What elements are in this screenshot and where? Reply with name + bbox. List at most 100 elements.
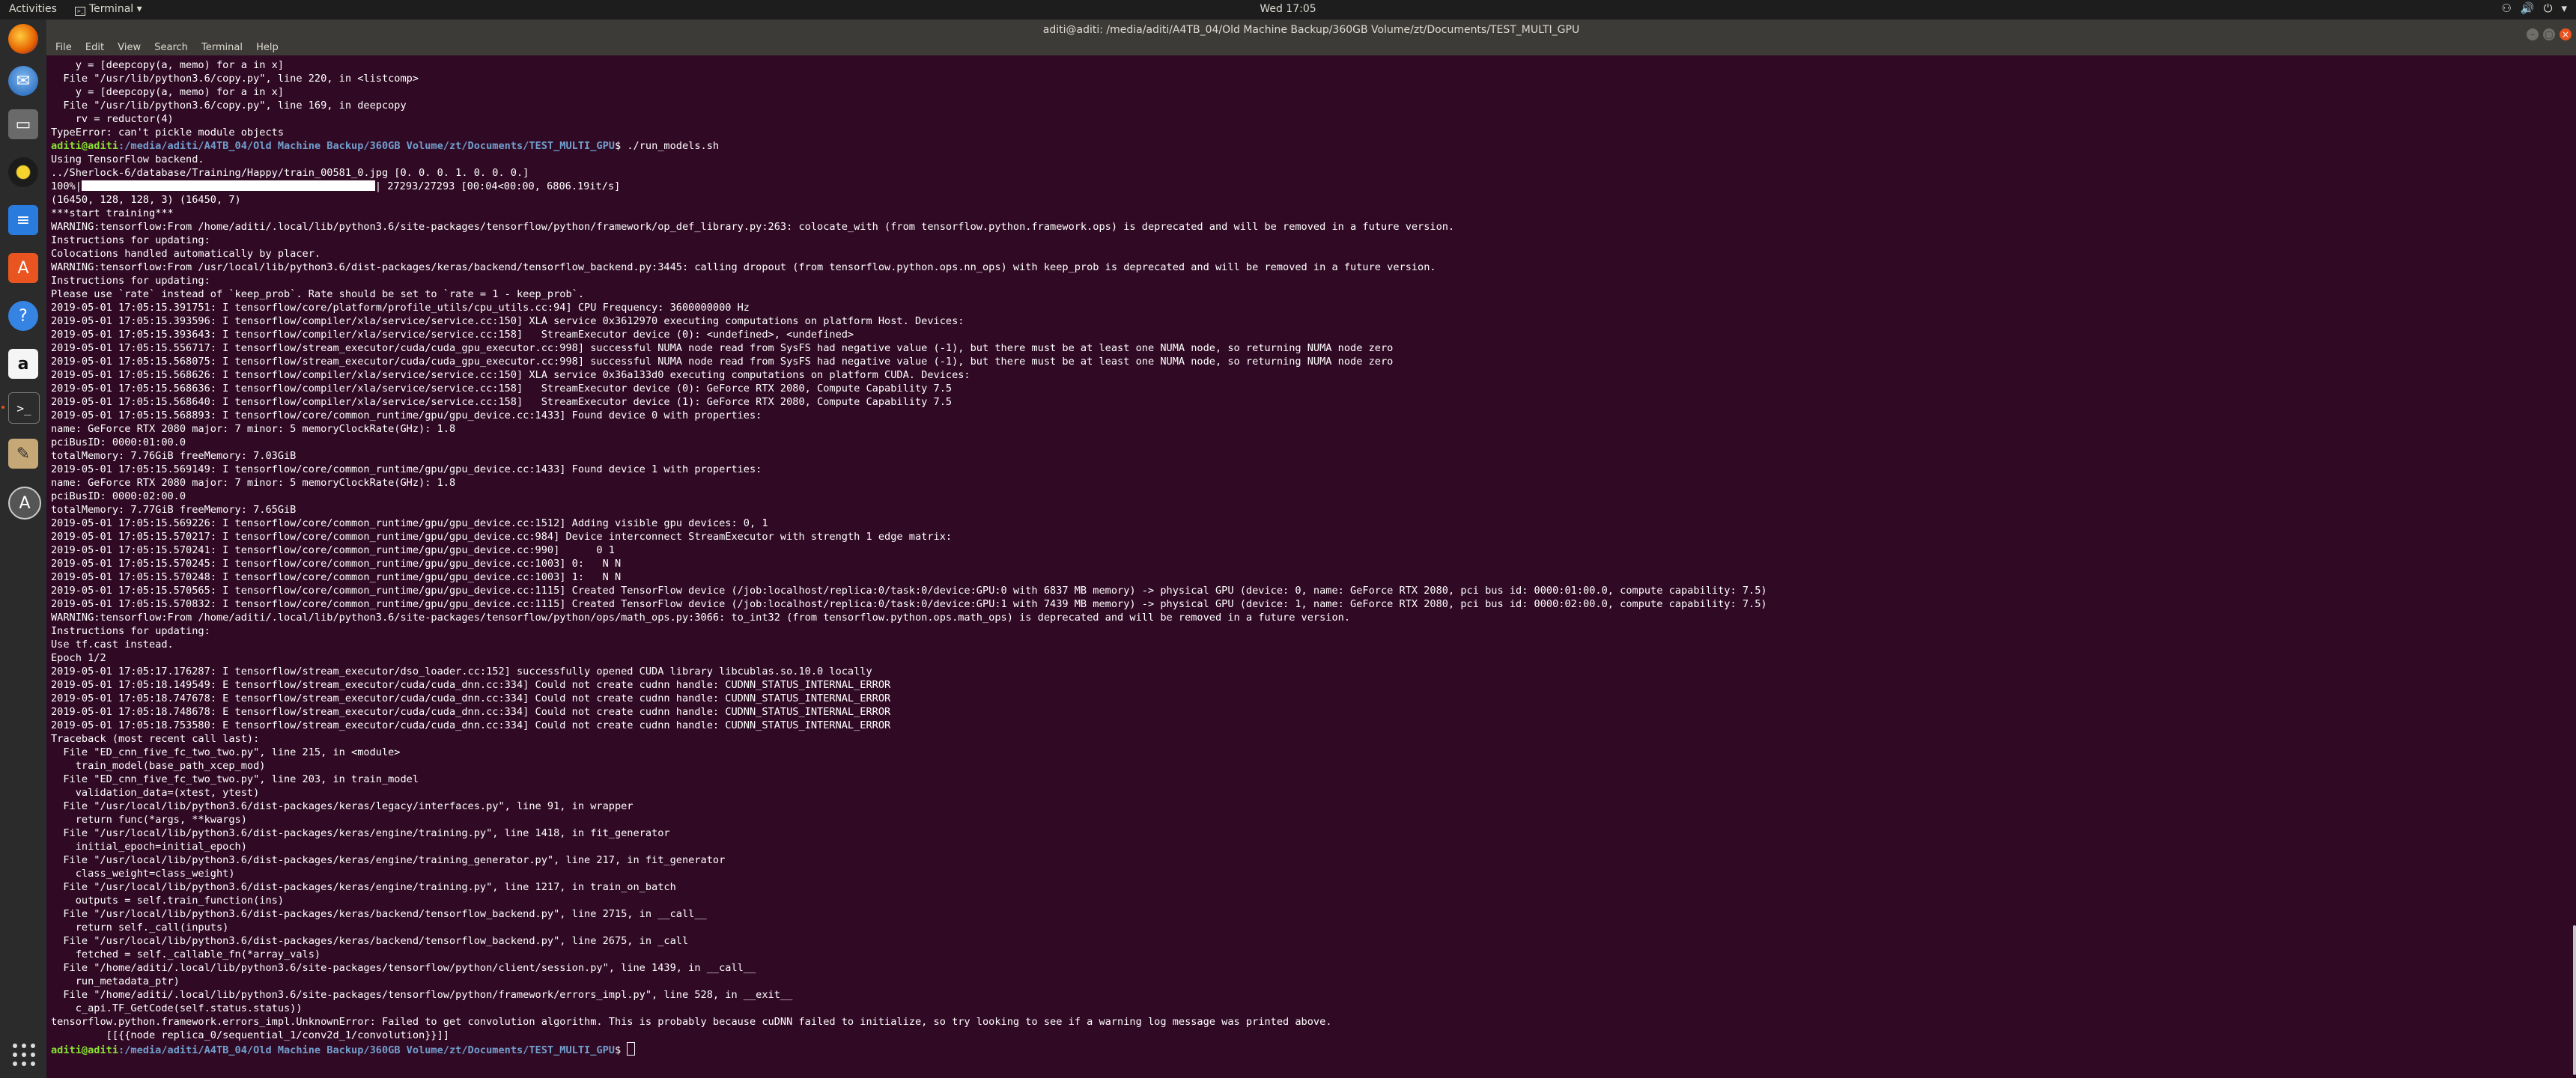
output-line: TypeError: can't pickle module objects bbox=[51, 127, 284, 138]
output-line: fetched = self._callable_fn(*array_vals) bbox=[51, 948, 321, 960]
output-line: totalMemory: 7.77GiB freeMemory: 7.65GiB bbox=[51, 504, 297, 516]
help-icon[interactable]: ? bbox=[8, 301, 38, 331]
output-line: Instructions for updating: bbox=[51, 275, 210, 287]
title-bar[interactable]: aditi@aditi: /media/aditi/A4TB_04/Old Ma… bbox=[46, 19, 2576, 40]
output-line: pciBusID: 0000:01:00.0 bbox=[51, 436, 186, 448]
text-edit-icon[interactable]: ✎ bbox=[8, 439, 38, 469]
scrollbar-thumb[interactable] bbox=[2573, 925, 2576, 1075]
power-icon: ⏻ bbox=[2543, 1, 2553, 15]
minimize-button[interactable]: – bbox=[2527, 28, 2539, 40]
prompt-user: aditi@aditi bbox=[51, 1044, 119, 1056]
volume-icon: 🔊 bbox=[2520, 1, 2535, 15]
output-line: File "/home/aditi/.local/lib/python3.6/s… bbox=[51, 989, 793, 1001]
output-line: 2019-05-01 17:05:15.568893: I tensorflow… bbox=[51, 409, 762, 421]
progress-line: 100%| | 27293/27293 [00:04<00:00, 6806.19… bbox=[51, 180, 2560, 193]
clock[interactable]: Wed 17:05 bbox=[1258, 3, 1318, 15]
output-line: File "/usr/local/lib/python3.6/dist-pack… bbox=[51, 908, 707, 920]
output-line: Using TensorFlow backend. bbox=[51, 153, 204, 165]
output-line: WARNING:tensorflow:From /home/aditi/.loc… bbox=[51, 612, 1351, 624]
output-line: 2019-05-01 17:05:15.570245: I tensorflow… bbox=[51, 558, 622, 570]
output-line: Colocations handled automatically by pla… bbox=[51, 248, 321, 260]
output-line: File "/usr/local/lib/python3.6/dist-pack… bbox=[51, 935, 689, 947]
firefox-icon[interactable] bbox=[8, 24, 38, 54]
terminal-icon[interactable]: >_ bbox=[8, 392, 40, 424]
window-title: aditi@aditi: /media/aditi/A4TB_04/Old Ma… bbox=[1042, 24, 1580, 36]
output-line: pciBusID: 0000:02:00.0 bbox=[51, 490, 186, 502]
output-line: y = [deepcopy(a, memo) for a in x] bbox=[51, 59, 284, 71]
output-line: 2019-05-01 17:05:15.569149: I tensorflow… bbox=[51, 463, 762, 475]
top-bar: Activities >_ Terminal ▾ Wed 17:05 ⚇ 🔊 ⏻ ▾ bbox=[0, 0, 2576, 19]
output-line: 2019-05-01 17:05:15.391751: I tensorflow… bbox=[51, 302, 750, 314]
menu-edit[interactable]: Edit bbox=[85, 42, 104, 53]
output-line: Instructions for updating: bbox=[51, 234, 210, 246]
output-line: return self._call(inputs) bbox=[51, 922, 229, 934]
output-line: File "/usr/lib/python3.6/copy.py", line … bbox=[51, 100, 407, 112]
output-line: 2019-05-01 17:05:15.393643: I tensorflow… bbox=[51, 329, 854, 341]
menu-help[interactable]: Help bbox=[256, 42, 279, 53]
menu-bar: File Edit View Search Terminal Help bbox=[46, 40, 2576, 55]
output-line: WARNING:tensorflow:From /usr/local/lib/p… bbox=[51, 261, 1436, 273]
output-line: Traceback (most recent call last): bbox=[51, 733, 260, 745]
prompt-path: :/media/aditi/A4TB_04/Old Machine Backup… bbox=[118, 1044, 615, 1056]
software-center-icon[interactable]: A bbox=[8, 253, 38, 283]
output-line: initial_epoch=initial_epoch) bbox=[51, 841, 247, 853]
text-cursor bbox=[627, 1042, 636, 1056]
output-line: File "/usr/local/lib/python3.6/dist-pack… bbox=[51, 800, 634, 812]
show-applications-icon[interactable] bbox=[13, 1044, 35, 1066]
menu-file[interactable]: File bbox=[55, 42, 72, 53]
files-icon[interactable]: ▭ bbox=[8, 109, 38, 139]
output-line: 2019-05-01 17:05:18.149549: E tensorflow… bbox=[51, 679, 891, 691]
output-line: 2019-05-01 17:05:15.570241: I tensorflow… bbox=[51, 544, 615, 556]
output-line: 2019-05-01 17:05:15.568075: I tensorflow… bbox=[51, 356, 1394, 368]
app-menu[interactable]: >_ Terminal ▾ bbox=[75, 3, 142, 16]
libreoffice-writer-icon[interactable]: ≡ bbox=[8, 205, 38, 235]
output-line: 2019-05-01 17:05:15.570217: I tensorflow… bbox=[51, 531, 953, 543]
output-line: Epoch 1/2 bbox=[51, 652, 106, 664]
output-line: [[{{node replica_0/sequential_1/conv2d_1… bbox=[51, 1029, 449, 1041]
output-line: 2019-05-01 17:05:15.556717: I tensorflow… bbox=[51, 342, 1394, 354]
output-line: File "ED_cnn_five_fc_two_two.py", line 2… bbox=[51, 746, 401, 758]
network-icon: ⚇ bbox=[2501, 1, 2512, 15]
maximize-button[interactable]: ▢ bbox=[2543, 28, 2555, 40]
prompt-command: ./run_models.sh bbox=[627, 140, 720, 152]
prompt-suffix: $ bbox=[614, 140, 628, 152]
menu-terminal[interactable]: Terminal bbox=[201, 42, 243, 53]
close-button[interactable]: × bbox=[2560, 28, 2572, 40]
active-indicator bbox=[1, 406, 4, 409]
progress-bar bbox=[81, 180, 375, 191]
output-line: train_model(base_path_xcep_mod) bbox=[51, 760, 266, 772]
output-line: totalMemory: 7.76GiB freeMemory: 7.03GiB bbox=[51, 450, 297, 462]
system-tray[interactable]: ⚇ 🔊 ⏻ ▾ bbox=[2492, 1, 2567, 15]
output-line: 2019-05-01 17:05:15.568636: I tensorflow… bbox=[51, 383, 953, 395]
prompt-path: :/media/aditi/A4TB_04/Old Machine Backup… bbox=[118, 140, 615, 152]
thunderbird-icon[interactable]: ✉ bbox=[8, 66, 38, 96]
software-updater-icon[interactable]: A bbox=[8, 487, 41, 520]
output-line: Use tf.cast instead. bbox=[51, 639, 174, 651]
menu-view[interactable]: View bbox=[118, 42, 141, 53]
output-line: (16450, 128, 128, 3) (16450, 7) bbox=[51, 194, 241, 206]
output-line: 2019-05-01 17:05:18.748678: E tensorflow… bbox=[51, 706, 891, 718]
prompt-suffix: $ bbox=[614, 1044, 628, 1056]
progress-prefix: 100%| bbox=[51, 180, 82, 192]
output-line: name: GeForce RTX 2080 major: 7 minor: 5… bbox=[51, 423, 456, 435]
output-line: 2019-05-01 17:05:18.747678: E tensorflow… bbox=[51, 692, 891, 704]
amazon-icon[interactable]: a bbox=[8, 349, 38, 379]
prompt-user: aditi@aditi bbox=[51, 140, 119, 152]
dock: ✉ ▭ ≡ A ? a >_ ✎ A bbox=[0, 19, 46, 1078]
prompt-line-current: aditi@aditi:/media/aditi/A4TB_04/Old Mac… bbox=[51, 1042, 2560, 1056]
output-line: 2019-05-01 17:05:15.393596: I tensorflow… bbox=[51, 315, 965, 327]
terminal-output[interactable]: y = [deepcopy(a, memo) for a in x] File … bbox=[51, 58, 2560, 1078]
rhythmbox-icon[interactable] bbox=[8, 157, 38, 187]
output-line: File "/usr/lib/python3.6/copy.py", line … bbox=[51, 73, 419, 85]
terminal-window: aditi@aditi: /media/aditi/A4TB_04/Old Ma… bbox=[46, 19, 2576, 1078]
activities-button[interactable]: Activities bbox=[9, 3, 57, 15]
output-line: 2019-05-01 17:05:15.570832: I tensorflow… bbox=[51, 598, 1767, 610]
output-line: 2019-05-01 17:05:15.570565: I tensorflow… bbox=[51, 585, 1767, 597]
menu-search[interactable]: Search bbox=[154, 42, 188, 53]
output-line: Please use `rate` instead of `keep_prob`… bbox=[51, 288, 585, 300]
output-line: 2019-05-01 17:05:17.176287: I tensorflow… bbox=[51, 666, 872, 677]
output-line: File "/usr/local/lib/python3.6/dist-pack… bbox=[51, 827, 670, 839]
output-line: run_metadata_ptr) bbox=[51, 975, 180, 987]
progress-suffix: | 27293/27293 [00:04<00:00, 6806.19it/s] bbox=[374, 180, 621, 192]
output-line: ***start training*** bbox=[51, 207, 174, 219]
